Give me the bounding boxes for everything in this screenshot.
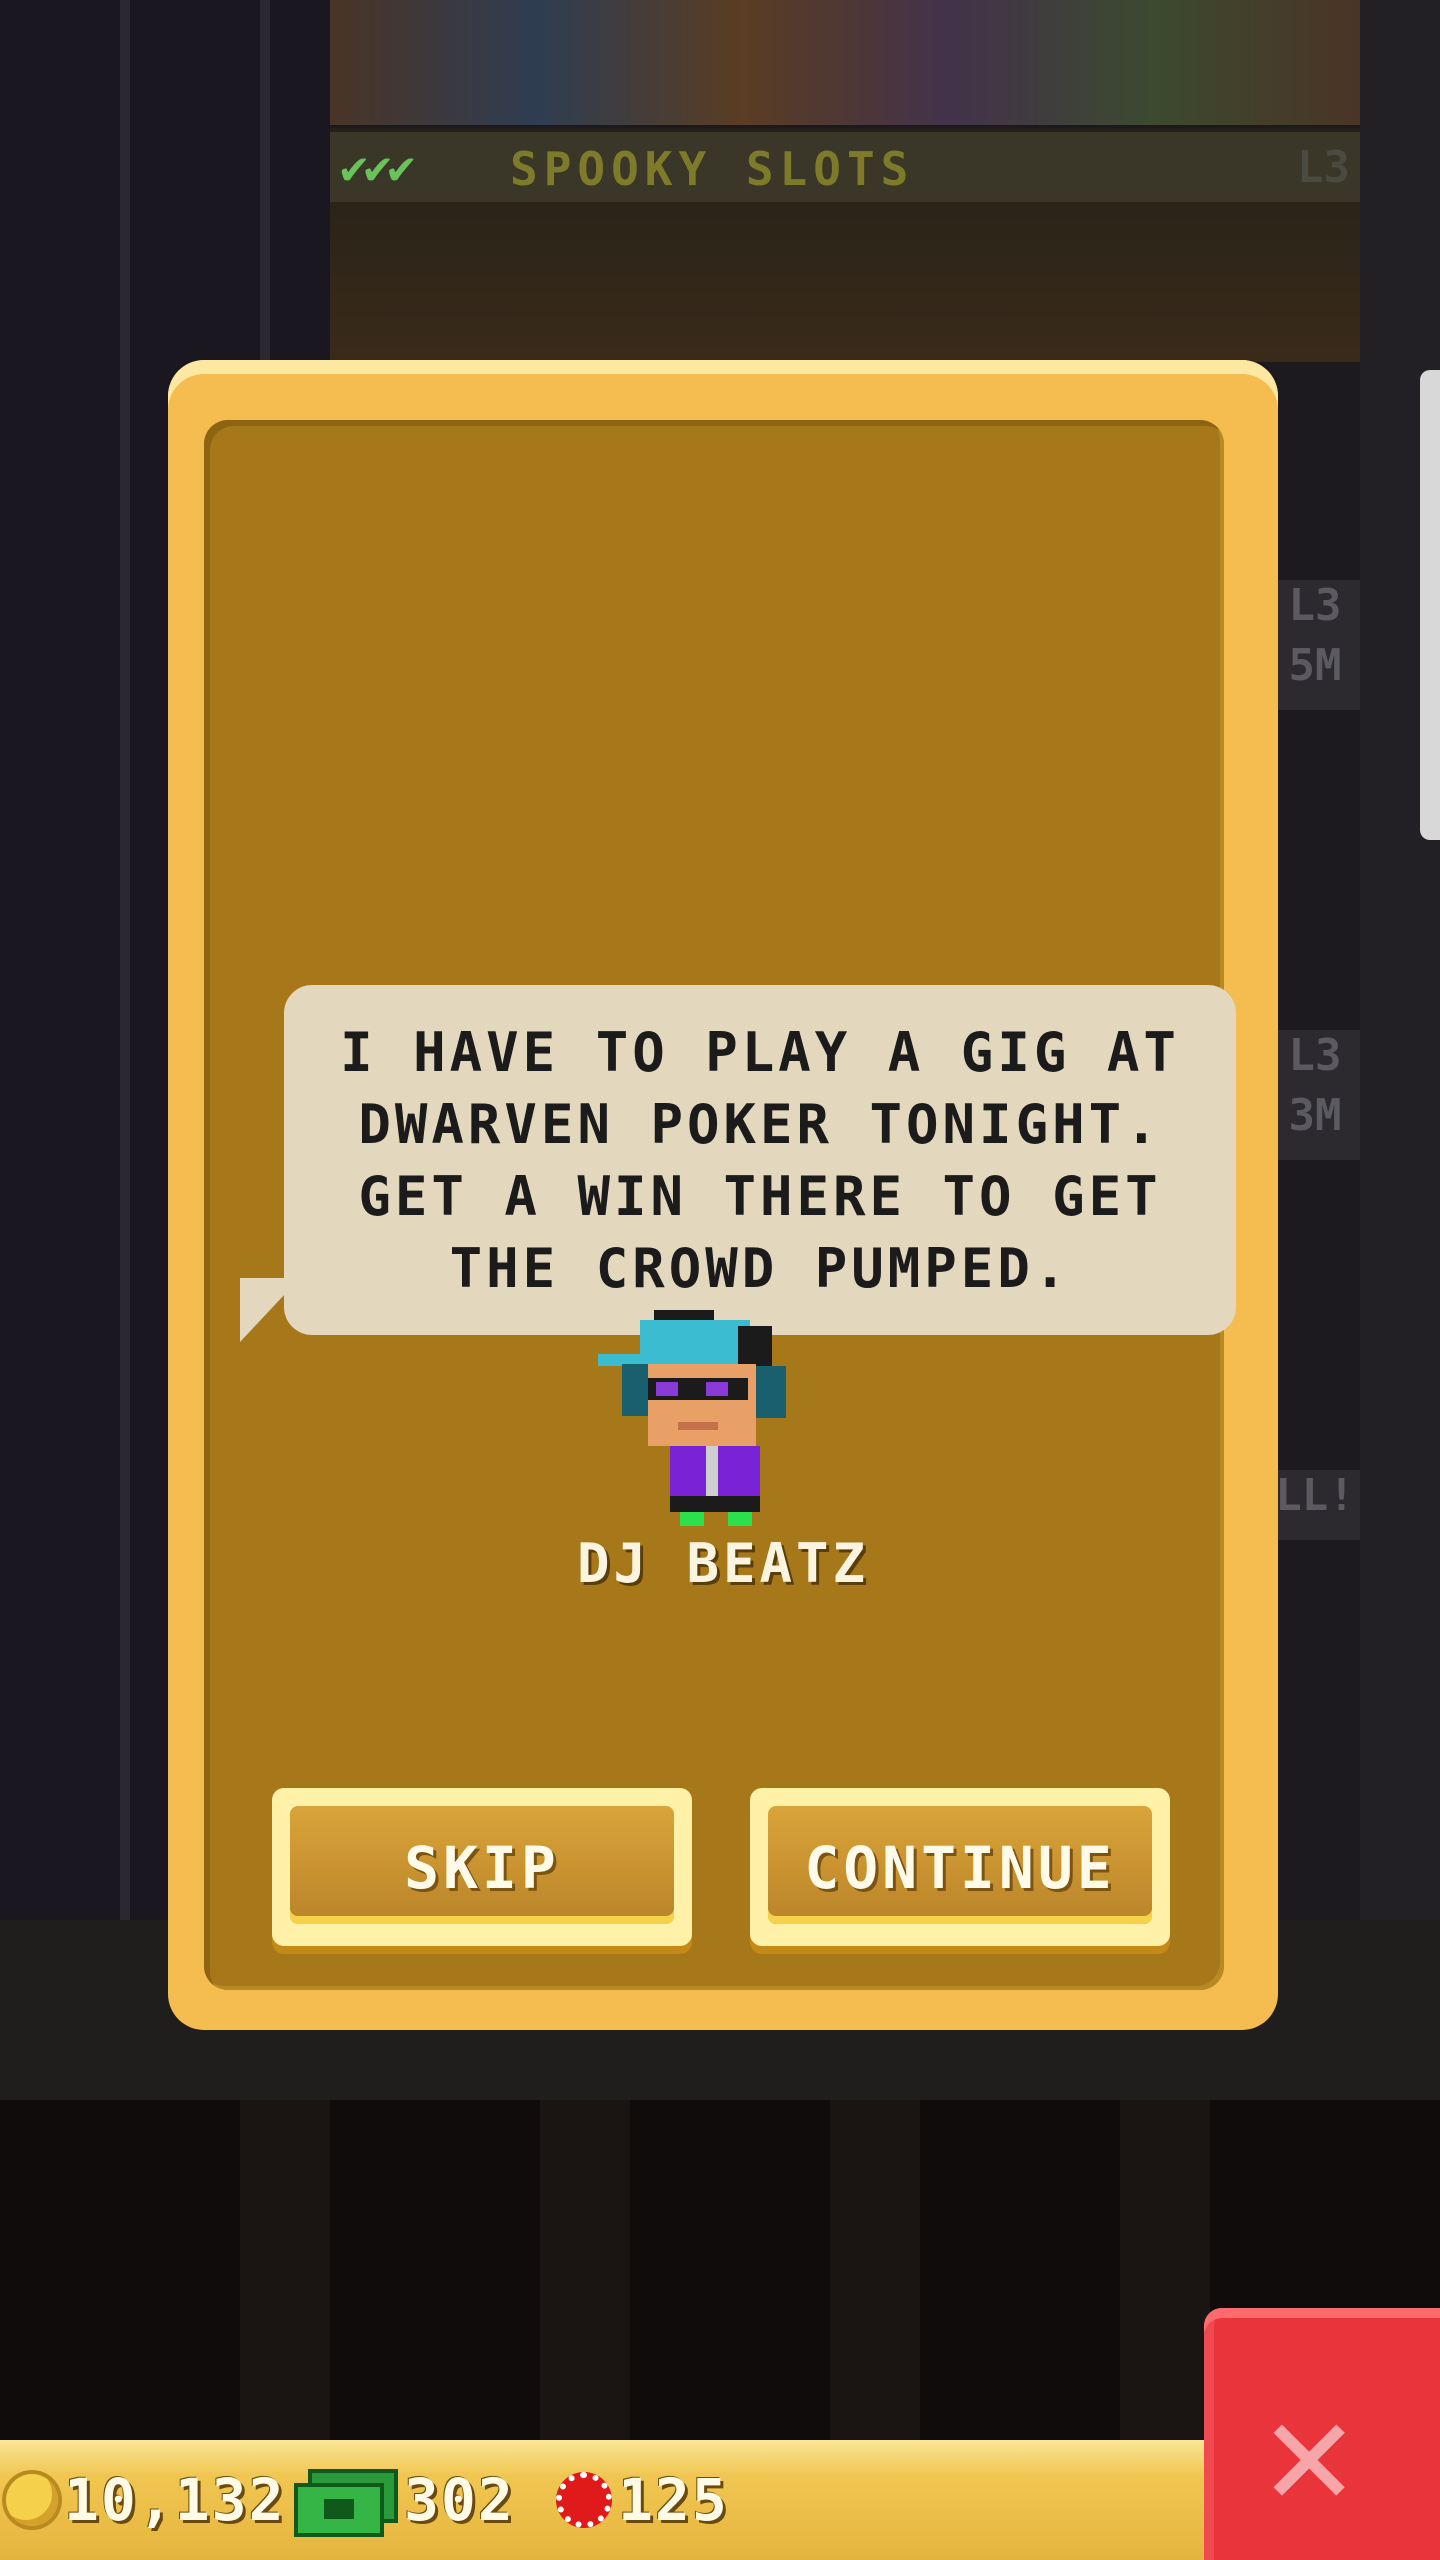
continue-button-label: CONTINUE [804, 1834, 1116, 1902]
chips-value: 125 [618, 2466, 729, 2534]
cash-icon [294, 2469, 398, 2537]
chips-stat[interactable]: 125 [556, 2440, 729, 2560]
close-icon: ✕ [1264, 2366, 1355, 2540]
side-floor-tag: LL! [1270, 1470, 1360, 1540]
character-name: DJ BEATZ [576, 1532, 870, 1595]
chip-icon [556, 2472, 612, 2528]
floor-top [330, 0, 1360, 125]
floor-label-row: ✔✔✔ SPOOKY SLOTS L3 [330, 128, 1360, 206]
dj-beatz-avatar [598, 1306, 804, 1536]
scroll-handle[interactable] [1420, 370, 1440, 840]
speech-bubble-tail [240, 1278, 300, 1342]
floor-second [330, 202, 1360, 362]
coin-icon [6, 2474, 58, 2526]
floor-name: SPOOKY SLOTS [510, 142, 915, 196]
floor-level: L3 [1297, 142, 1350, 193]
side-floor-size: 5M [1270, 640, 1360, 710]
mission-dialog: I HAVE TO PLAY A GIG AT DWARVEN POKER TO… [168, 360, 1278, 2030]
skip-button[interactable]: SKIP [272, 1788, 692, 1946]
right-column [1360, 0, 1440, 1920]
speech-bubble: I HAVE TO PLAY A GIG AT DWARVEN POKER TO… [284, 985, 1236, 1335]
floor-checks: ✔✔✔ [340, 140, 415, 194]
bux-stat[interactable]: 302 [294, 2440, 515, 2560]
side-floor-size: 3M [1270, 1090, 1360, 1160]
dialog-message: I HAVE TO PLAY A GIG AT DWARVEN POKER TO… [340, 1021, 1180, 1300]
bux-value: 302 [404, 2466, 515, 2534]
skip-button-label: SKIP [404, 1834, 560, 1902]
continue-button[interactable]: CONTINUE [750, 1788, 1170, 1946]
coins-value: 10,132 [64, 2466, 286, 2534]
coins-stat[interactable]: 10,132 [6, 2440, 286, 2560]
dialog-panel: I HAVE TO PLAY A GIG AT DWARVEN POKER TO… [204, 420, 1236, 1990]
close-button[interactable]: ✕ [1204, 2308, 1440, 2560]
